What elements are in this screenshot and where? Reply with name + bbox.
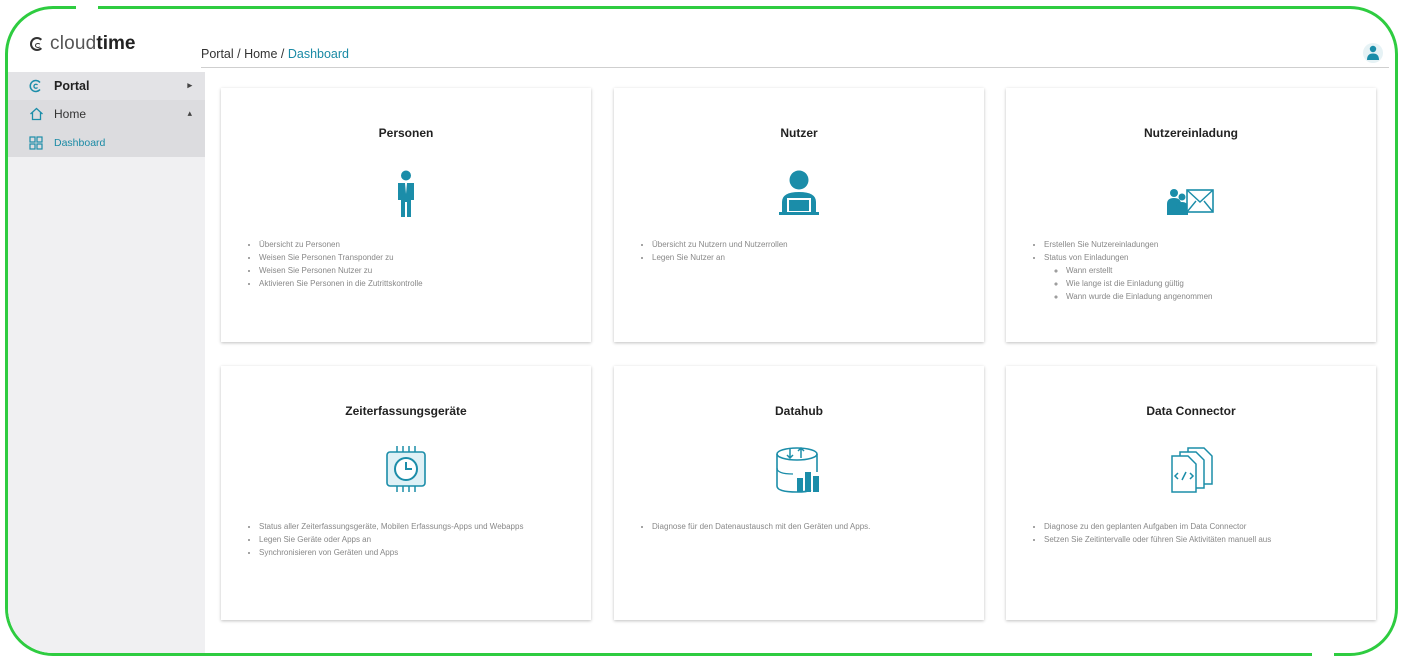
list-item: Weisen Sie Personen Transponder zu (259, 251, 577, 264)
logo-text-light: cloud (50, 33, 97, 54)
list-item: Übersicht zu Personen (259, 238, 577, 251)
card-datahub[interactable]: Datahub Diagnose für den Datenaustausch … (614, 366, 984, 620)
sidebar-item-label: Portal (54, 79, 90, 93)
breadcrumb-separator: / (277, 47, 288, 61)
card-title: Nutzereinladung (1143, 126, 1238, 140)
card-zeiterfassungsgeraete[interactable]: Zeiterfassungsgeräte Status aller Zeiter… (221, 366, 591, 620)
card-title: Data Connector (1146, 404, 1236, 418)
list-item: Legen Sie Geräte oder Apps an (259, 533, 577, 546)
breadcrumb-divider (201, 67, 1389, 68)
card-nutzereinladung[interactable]: Nutzereinladung Erstellen Sie Nutzereinl… (1006, 88, 1376, 342)
app-window: cloudtime Portal / Home / Dashboard Port… (5, 6, 1398, 656)
list-item-text: Status von Einladungen (1044, 253, 1129, 262)
cloudtime-logo[interactable]: cloudtime (30, 33, 136, 55)
dashboard-icon (28, 135, 44, 150)
card-bullets: Status aller Zeiterfassungsgeräte, Mobil… (241, 520, 577, 559)
breadcrumb-portal[interactable]: Portal (201, 47, 234, 61)
card-title: Personen (378, 126, 434, 140)
breadcrumb-dashboard: Dashboard (287, 47, 349, 61)
sidebar-item-label: Dashboard (54, 136, 106, 149)
list-item: Legen Sie Nutzer an (652, 251, 970, 264)
user-menu-button[interactable] (1363, 43, 1383, 63)
list-item: Synchronisieren von Geräten und Apps (259, 546, 577, 559)
list-item: Wie lange ist die Einladung gültig (1066, 277, 1362, 290)
list-item: Weisen Sie Personen Nutzer zu (259, 264, 577, 277)
card-title: Datahub (775, 404, 823, 418)
list-item: Wann wurde die Einladung angenommen (1066, 290, 1362, 303)
card-title: Nutzer (780, 126, 818, 140)
top-bar: cloudtime Portal / Home / Dashboard (8, 9, 1395, 72)
frame-gap (76, 2, 98, 10)
datahub-icon (614, 446, 984, 496)
list-item: Status aller Zeiterfassungsgeräte, Mobil… (259, 520, 577, 533)
card-bullets: Erstellen Sie Nutzereinladungen Status v… (1026, 238, 1362, 303)
chevron-right-icon: ▸ (187, 80, 192, 90)
cloudtime-logo-icon (30, 37, 44, 51)
sidebar-item-label: Home (54, 107, 87, 121)
card-bullets: Diagnose zu den geplanten Aufgaben im Da… (1026, 520, 1362, 546)
list-item: Diagnose für den Datenaustausch mit den … (652, 520, 970, 533)
home-icon (28, 107, 44, 121)
logo-text-bold: time (96, 33, 136, 54)
code-files-icon (1006, 446, 1376, 494)
card-bullets: Übersicht zu Personen Weisen Sie Persone… (241, 238, 577, 290)
breadcrumb: Portal / Home / Dashboard (201, 47, 349, 61)
breadcrumb-home[interactable]: Home (244, 47, 277, 61)
list-item: Aktivieren Sie Personen in die Zutrittsk… (259, 277, 577, 290)
user-at-laptop-icon (614, 170, 984, 216)
cloudtime-icon (28, 79, 44, 93)
card-bullets: Übersicht zu Nutzern und Nutzerrollen Le… (634, 238, 970, 264)
user-icon (1367, 45, 1379, 60)
list-item: Übersicht zu Nutzern und Nutzerrollen (652, 238, 970, 251)
list-item: Diagnose zu den geplanten Aufgaben im Da… (1044, 520, 1362, 533)
card-personen[interactable]: Personen Übersicht zu Personen Weisen Si… (221, 88, 591, 342)
person-icon (221, 170, 591, 218)
breadcrumb-separator: / (233, 47, 245, 61)
card-data-connector[interactable]: Data Connector Diagnose zu den geplanten… (1006, 366, 1376, 620)
list-item: Erstellen Sie Nutzereinladungen (1044, 238, 1362, 251)
time-clock-device-icon (221, 444, 591, 494)
list-item: Status von Einladungen Wann erstellt Wie… (1044, 251, 1362, 303)
card-sub-bullets: Wann erstellt Wie lange ist die Einladun… (1044, 264, 1362, 303)
sidebar-item-dashboard[interactable]: Dashboard (8, 128, 205, 157)
list-item: Wann erstellt (1066, 264, 1362, 277)
frame-gap (1312, 652, 1334, 660)
invitation-mail-icon (1006, 188, 1376, 216)
sidebar-item-portal[interactable]: Portal ▸ (8, 72, 205, 100)
sidebar: Portal ▸ Home ▴ Dashboard (8, 72, 205, 653)
card-title: Zeiterfassungsgeräte (345, 404, 467, 418)
chevron-up-icon: ▴ (187, 108, 192, 118)
card-bullets: Diagnose für den Datenaustausch mit den … (634, 520, 970, 533)
list-item: Setzen Sie Zeitintervalle oder führen Si… (1044, 533, 1362, 546)
sidebar-item-home[interactable]: Home ▴ (8, 100, 205, 128)
card-nutzer[interactable]: Nutzer Übersicht zu Nutzern und Nutzerro… (614, 88, 984, 342)
